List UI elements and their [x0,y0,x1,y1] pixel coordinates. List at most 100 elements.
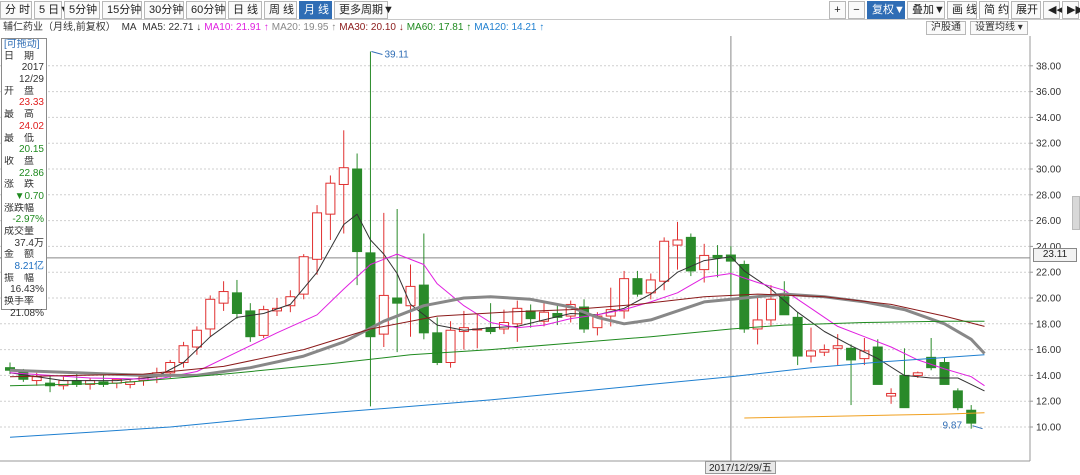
y-tick-label: 28.00 [1036,190,1061,201]
crosshair-date-label: 2017/12/29/五 [705,461,776,474]
ma-line-ma20 [9,292,986,377]
y-tick-label: 16.00 [1036,345,1061,356]
candle-body [378,294,389,335]
info-value: 16.43% [10,284,44,296]
info-label: 金 额 [4,249,34,261]
tool-button-3[interactable]: 叠加▼ [907,1,945,19]
tool-button-0[interactable]: + [829,1,846,19]
info-value: 12/29 [18,74,44,86]
candle-body [191,329,202,348]
y-tick-label: 10.00 [1036,423,1061,434]
y-tick-label: 12.00 [1036,397,1061,408]
stock-title: 辅仁药业（月线,前复权） [3,22,116,33]
info-label: 振 幅 [4,272,34,284]
y-tick-label: 14.00 [1036,371,1061,382]
ma-legend-item: MA120: 14.21 ↑ [474,22,545,33]
ma-legend-item: MA60: 17.81 ↑ [406,22,472,33]
y-tick-label: 20.00 [1036,294,1061,305]
candle-body [699,254,710,271]
period-button-0[interactable]: 分 时 [0,1,32,19]
candle-body [512,307,523,325]
ma-legend-item: MA30: 20.10 ↓ [339,22,404,33]
candle-body [912,372,923,376]
info-value: 24.02 [18,120,44,132]
period-button-1[interactable]: 5 日▼ [34,1,70,19]
info-label: 日 期 [4,50,34,62]
ma-line-ma120 [9,354,985,438]
y-tick-label: 22.00 [1036,268,1061,279]
period-button-5[interactable]: 60分钟 [186,1,226,19]
info-value: ▼0.70 [14,190,44,202]
scrollbar[interactable] [1072,196,1080,230]
candle-body [712,254,723,259]
candle-body [445,329,456,363]
candle-body [899,374,910,409]
info-label: 最 高 [4,109,34,121]
candle-body [792,316,803,357]
indicator-name: MA [121,22,137,33]
current-price-label: 23.11 [1033,248,1077,262]
y-tick-label: 32.00 [1036,139,1061,150]
candle-body [312,212,323,260]
info-value: 20.15 [18,144,44,156]
y-tick-label: 34.00 [1036,113,1061,124]
ma-line-ma250 [744,412,985,419]
tool-button-2[interactable]: 复权▼ [867,1,905,19]
ma-line-ma5 [9,213,985,392]
period-button-4[interactable]: 30分钟 [144,1,184,19]
candle-body [205,298,216,330]
ma-legend: 辅仁药业（月线,前复权） MA MA5: 22.71 ↓ MA10: 21.91 … [3,21,550,35]
kline-chart[interactable]: 10.0012.0014.0016.0018.0020.0022.0024.00… [0,36,1080,475]
ma-legend-item: MA10: 21.91 ↑ [204,22,269,33]
info-label: 涨 跌 [4,179,34,191]
candle-body [432,332,443,363]
tool-button-5[interactable]: 简 约 [979,1,1009,19]
candle-body [418,284,429,334]
tool-button-1[interactable]: − [848,1,865,19]
period-button-8[interactable]: 月 线 [299,1,332,19]
y-tick-label: 38.00 [1036,61,1061,72]
period-toolbar: 分 时5 日▼ 5分钟 15分钟 30分钟 60分钟日 线周 线月 线更多周期▼ + − 复权… [0,0,1080,20]
candle-body [672,239,683,246]
info-panel[interactable]: [可拖动] 日 期 2017 12/29 开 盘 23.33 最 高 24.02 最 低 20.… [1,38,47,319]
candle-body [218,291,229,304]
tool-button-7[interactable]: ◀◀ [1043,1,1065,19]
candle-body [966,409,977,424]
period-button-2[interactable]: 5分钟 [64,1,100,19]
info-label: 最 低 [4,132,34,144]
info-label: 涨跌幅 [4,202,34,214]
tool-button-6[interactable]: 展开 [1011,1,1041,19]
candle-body [819,349,830,353]
drag-handle[interactable]: [可拖动] [2,39,46,51]
candle-body [832,345,843,349]
candle-body [846,347,857,361]
info-value: 23.33 [18,97,44,109]
candle-body [779,296,790,316]
tool-button-4[interactable]: 画 线 [947,1,977,19]
info-label: 换手率 [4,296,34,308]
candle-body [525,310,536,320]
info-value: 22.86 [18,167,44,179]
period-button-7[interactable]: 周 线 [264,1,297,19]
ma-line-ma30 [9,293,985,378]
info-value: 8.21亿 [14,261,44,273]
hk-connect-button[interactable]: 沪股通 [926,21,966,35]
y-tick-label: 30.00 [1036,165,1061,176]
low-label: 9.87 [943,421,963,432]
ma-settings-button[interactable]: 设置均线 ▾ [970,21,1028,35]
candle-body [352,168,363,253]
candle-body [632,278,643,295]
candle-body [659,240,670,282]
period-button-6[interactable]: 日 线 [228,1,262,19]
period-button-3[interactable]: 15分钟 [102,1,142,19]
high-label: 39.11 [384,49,409,60]
candle-body [338,167,349,185]
info-label: 开 盘 [4,85,34,97]
y-tick-label: 26.00 [1036,216,1061,227]
ma-legend-item: MA5: 22.71 ↓ [142,22,202,33]
period-button-9[interactable]: 更多周期▼ [334,1,394,19]
info-label: 成交量 [4,226,34,237]
candle-body [392,297,403,304]
candle-body [365,252,376,338]
tool-button-8[interactable]: ▶▶ [1062,1,1080,19]
